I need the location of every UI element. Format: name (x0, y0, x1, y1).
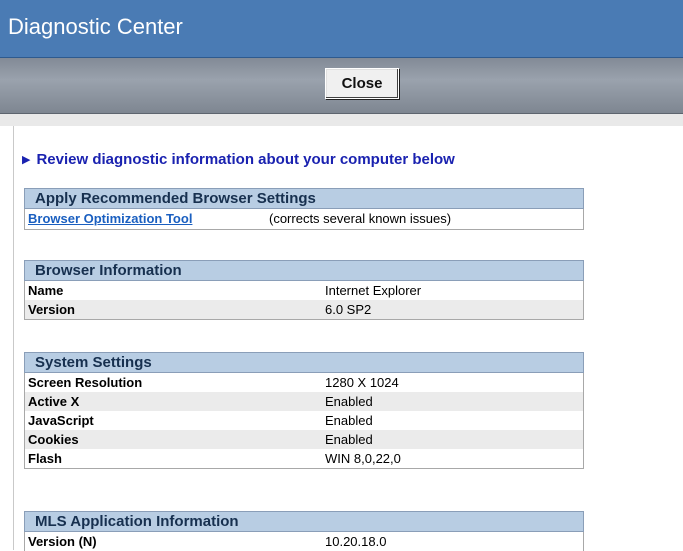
row-label: Cookies (28, 432, 79, 447)
system-settings-section: System Settings Screen Resolution 1280 X… (24, 352, 584, 469)
row-value: 6.0 SP2 (325, 302, 372, 317)
section-heading: System Settings (24, 352, 584, 373)
row-value: WIN 8,0,22,0 (325, 451, 401, 466)
section-body: Version (N) 10.20.18.0 (24, 532, 584, 551)
recommended-settings-section: Apply Recommended Browser Settings Brows… (24, 188, 584, 230)
table-row: Version 6.0 SP2 (25, 300, 583, 319)
arrow-right-icon: ▶ (22, 154, 31, 166)
row-value: Enabled (325, 394, 373, 409)
row-label: Name (28, 283, 64, 298)
mls-application-section: MLS Application Information Version (N) … (24, 511, 584, 551)
table-row: Version (N) 10.20.18.0 (25, 532, 583, 551)
browser-optimization-tool-link[interactable]: Browser Optimization Tool (28, 211, 192, 226)
toolbar: Close (0, 58, 683, 114)
table-row: Name Internet Explorer (25, 281, 583, 300)
row-label: Active X (28, 394, 80, 409)
row-label: Version (28, 302, 75, 317)
window-title: Diagnostic Center (8, 14, 183, 39)
row-value: Internet Explorer (325, 283, 422, 298)
row-value: Enabled (325, 413, 373, 428)
table-row: Active X Enabled (25, 392, 583, 411)
content-top-gutter (0, 114, 683, 126)
row-label: JavaScript (28, 413, 94, 428)
section-body: Browser Optimization Tool (corrects seve… (24, 209, 584, 230)
close-button[interactable]: Close (325, 68, 399, 99)
section-heading: MLS Application Information (24, 511, 584, 532)
table-row: Screen Resolution 1280 X 1024 (25, 373, 583, 392)
intro-text: Review diagnostic information about your… (36, 151, 455, 168)
section-heading: Apply Recommended Browser Settings (24, 188, 584, 209)
row-value: 1280 X 1024 (325, 375, 399, 390)
browser-information-section: Browser Information Name Internet Explor… (24, 260, 584, 320)
row-value: 10.20.18.0 (325, 534, 387, 549)
row-label: Version (N) (28, 534, 97, 549)
table-row: Cookies Enabled (25, 430, 583, 449)
section-body: Name Internet Explorer Version 6.0 SP2 (24, 281, 584, 320)
diagnostic-content: ▶ Review diagnostic information about you… (13, 126, 683, 551)
section-body: Screen Resolution 1280 X 1024 Active X E… (24, 373, 584, 469)
optimization-tool-row: Browser Optimization Tool (corrects seve… (25, 209, 583, 229)
table-row: JavaScript Enabled (25, 411, 583, 430)
row-label: Flash (28, 451, 62, 466)
row-label: Screen Resolution (28, 375, 143, 390)
row-value: Enabled (325, 432, 373, 447)
optimization-tool-note: (corrects several known issues) (269, 211, 452, 226)
table-row: Flash WIN 8,0,22,0 (25, 449, 583, 468)
section-heading: Browser Information (24, 260, 584, 281)
intro-line: ▶ Review diagnostic information about you… (22, 151, 455, 168)
title-bar: Diagnostic Center (0, 0, 683, 58)
